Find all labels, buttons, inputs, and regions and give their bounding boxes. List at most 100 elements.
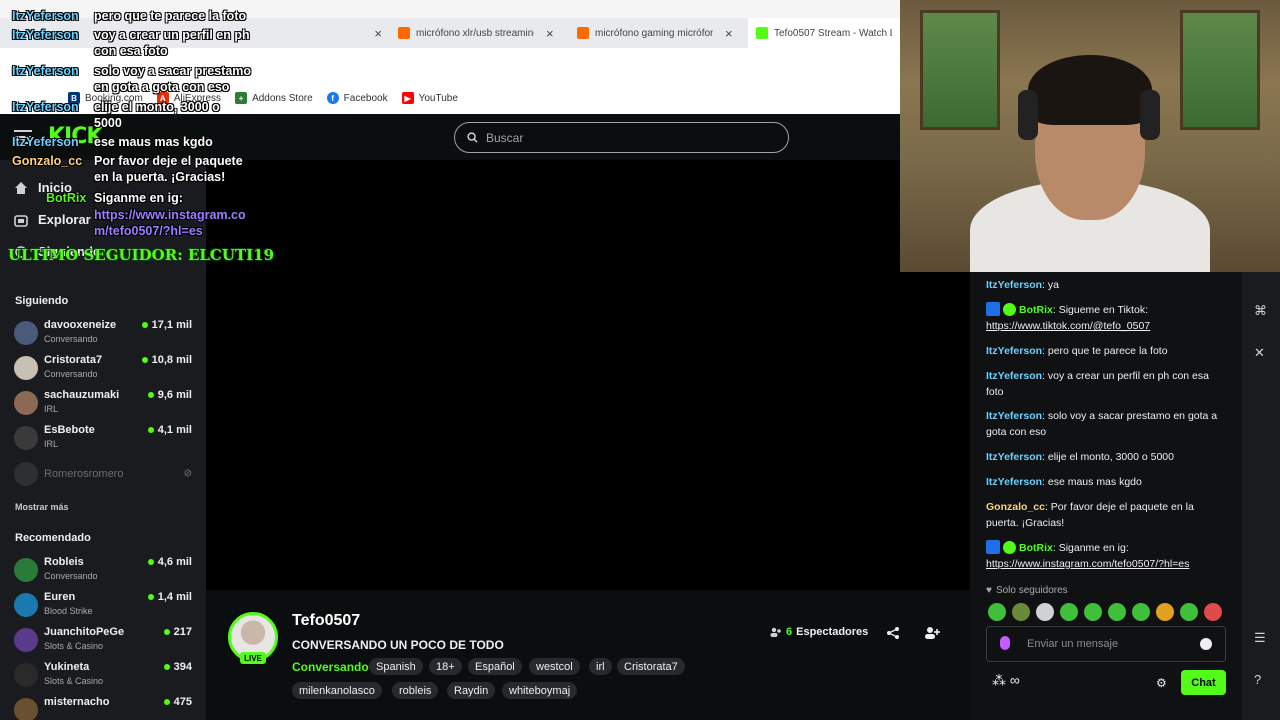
close-icon[interactable]: × (546, 26, 554, 41)
tab-kick-stream[interactable]: Tefo0507 Stream - Watch Live (748, 18, 900, 48)
tag[interactable]: Cristorata7 (617, 658, 685, 675)
chat-link[interactable]: https://www.instagram.com/tefo0507/?hl=e… (986, 558, 1189, 570)
bookmark-facebook[interactable]: f Facebook (326, 92, 388, 104)
video-player[interactable] (206, 160, 970, 590)
emote-icon[interactable] (1036, 603, 1054, 621)
channel-sachauzumaki[interactable]: sachauzumaki IRL 9,6 mil (14, 389, 192, 421)
viewers-value: 17,1 mil (151, 319, 192, 331)
emote-icon[interactable] (1180, 603, 1198, 621)
chat-message: BotRix: Siganme en ig: https://www.instag… (986, 540, 1190, 570)
stream-info (206, 590, 970, 720)
viewers-value: 394 (173, 661, 192, 673)
streamer-name[interactable]: Tefo0507 (292, 612, 360, 630)
overlay-text: voy a crear un perfil en ph con esa foto (94, 28, 250, 58)
channel-category: IRL (44, 404, 59, 414)
channel-robleis[interactable]: Robleis Conversando 4,6 mil (14, 556, 192, 588)
send-chat-button[interactable]: Chat (1181, 670, 1226, 695)
chat-username[interactable]: ItzYeferson (986, 451, 1042, 463)
chat-username[interactable]: ItzYeferson (986, 345, 1042, 357)
chat-username[interactable]: Gonzalo_cc (986, 501, 1045, 513)
chat-username[interactable]: ItzYeferson (986, 476, 1042, 488)
emote-icon[interactable] (1156, 603, 1174, 621)
emote-icon[interactable] (1108, 603, 1126, 621)
channel-romerosromero[interactable]: Romerosromero ⊘ (14, 460, 192, 492)
tag[interactable]: milenkanolasco (292, 682, 382, 699)
tag[interactable]: Español (468, 658, 522, 675)
viewers-value: 4,1 mil (157, 424, 192, 436)
emote-icon[interactable] (988, 603, 1006, 621)
tag[interactable]: whiteboymaj (502, 682, 578, 699)
channel-yukineta[interactable]: Yukineta Slots & Casino 394 (14, 661, 192, 693)
tag[interactable]: robleis (392, 682, 439, 699)
live-dot-icon (147, 559, 154, 565)
channel-misternacho[interactable]: misternacho 475 (14, 696, 192, 720)
viewers-value: 1,4 mil (157, 591, 192, 603)
tag[interactable]: irl (589, 658, 612, 675)
webcam-feed (900, 0, 1280, 272)
chat-message-input[interactable]: Enviar un mensaje (986, 626, 1226, 662)
close-icon[interactable]: × (374, 26, 382, 41)
channel-category: Conversando (44, 571, 98, 581)
close-icon[interactable]: × (725, 26, 733, 41)
bookmark-youtube[interactable]: ▶ YouTube (401, 92, 458, 104)
search-input[interactable]: Buscar (454, 122, 789, 153)
chat-username[interactable]: ItzYeferson (986, 370, 1042, 382)
chat-message: ItzYeferson: ya (986, 279, 1059, 291)
chat-message: BotRix: Sigueme en Tiktok: https://www.ti… (986, 302, 1151, 332)
live-dot-icon (147, 392, 154, 398)
emote-icon[interactable] (1132, 603, 1150, 621)
chat-link[interactable]: https://www.tiktok.com/@tefo_0507 (986, 320, 1150, 332)
chat-text: pero que te parece la foto (1047, 345, 1168, 357)
emote-icon[interactable] (1012, 603, 1030, 621)
stream-category-link[interactable]: Conversando (292, 660, 369, 674)
tag[interactable]: Raydin (447, 682, 496, 699)
channel-esbebote[interactable]: EsBebote IRL 4,1 mil (14, 424, 192, 456)
tag[interactable]: westcol (529, 658, 580, 675)
nav-explorar[interactable]: Explorar (14, 212, 91, 227)
channel-name: Yukineta (44, 661, 90, 673)
viewer-count: 10,8 mil (141, 354, 192, 366)
viewer-count-label: Espectadores (796, 626, 869, 638)
channel-name: misternacho (44, 696, 110, 708)
chat-username[interactable]: ItzYeferson (986, 279, 1042, 291)
chat-username[interactable]: ItzYeferson (986, 410, 1042, 422)
bookmark-label: YouTube (418, 92, 458, 104)
channel-euren[interactable]: Euren Blood Strike 1,4 mil (14, 591, 192, 623)
help-icon[interactable]: ? (1254, 672, 1261, 687)
chat-text: ese maus mas kgdo (1047, 476, 1142, 488)
sliders-icon[interactable]: ☰ (1254, 630, 1266, 646)
overlay-username: Gonzalo_cc (12, 154, 83, 168)
emote-icon[interactable] (1060, 603, 1078, 621)
emoji-icon[interactable] (1200, 638, 1212, 650)
emote-icon[interactable] (1204, 603, 1222, 621)
channel-juanchitopege[interactable]: JuanchitoPeGe Slots & Casino 217 (14, 626, 192, 658)
tab-microfono-xlr[interactable]: micrófono xlr/usb streaming × (390, 18, 565, 48)
bot-badge-icon (986, 540, 1000, 554)
infinity-icon[interactable]: ⁂ ∞ (992, 672, 1020, 689)
tab-title: micrófono gaming micrófono (595, 27, 713, 39)
viewer-count-value: 6 (786, 626, 793, 638)
gamepad-icon[interactable]: ⌘ (1254, 303, 1267, 319)
channel-davooxeneize[interactable]: davooxeneize Conversando 17,1 mil (14, 319, 192, 351)
overlay-text: solo voy a sacar prestamo en gota a gota… (94, 64, 252, 94)
home-icon (15, 181, 27, 194)
chat-message: ItzYeferson: elije el monto, 3000 o 5000 (986, 451, 1174, 463)
tools-icon[interactable]: ✕ (1254, 345, 1265, 361)
share-icon[interactable] (886, 626, 900, 640)
microphone-icon[interactable] (1000, 636, 1010, 650)
tab-microfono-gaming[interactable]: micrófono gaming micrófono × (569, 18, 744, 48)
chat-username[interactable]: BotRix (1019, 542, 1053, 554)
emote-icon[interactable] (1084, 603, 1102, 621)
channel-cristorata7[interactable]: Cristorata7 Conversando 10,8 mil (14, 354, 192, 386)
viewer-count: 475 (163, 696, 192, 708)
gear-icon[interactable]: ⚙ (1156, 676, 1167, 690)
avatar (14, 391, 38, 415)
tag[interactable]: Spanish (369, 658, 423, 675)
chat-username[interactable]: BotRix (1019, 304, 1053, 316)
live-badge: LIVE (240, 652, 266, 664)
chat-text: elije el monto, 3000 o 5000 (1047, 451, 1174, 463)
show-more-link[interactable]: Mostrar más (15, 502, 69, 512)
tag[interactable]: 18+ (429, 658, 462, 675)
window-shape (920, 10, 1000, 130)
follow-user-icon[interactable] (924, 625, 940, 641)
